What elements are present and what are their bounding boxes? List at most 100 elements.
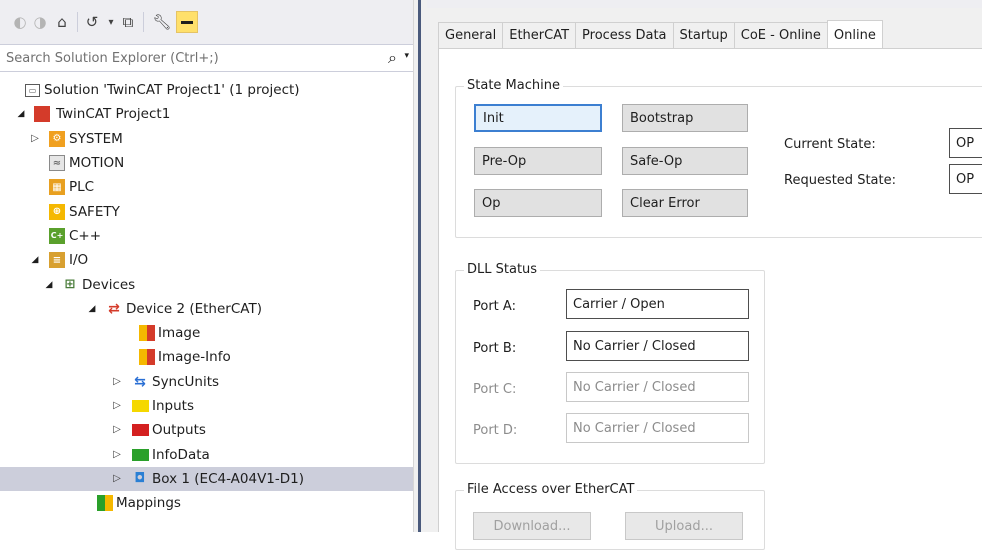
collapsed-arrow-icon[interactable]: ▷ — [30, 133, 40, 145]
op-button[interactable]: Op — [474, 189, 602, 217]
upload-button[interactable]: Upload... — [625, 512, 743, 540]
tree-item-infodata[interactable]: ▷ InfoData — [0, 442, 413, 466]
tree-item-label: Inputs — [152, 398, 194, 414]
group-title: DLL Status — [464, 262, 541, 277]
tree-item-image[interactable]: Image — [0, 321, 413, 345]
dll-status-group: DLL Status Port A: Carrier / Open Port B… — [455, 262, 765, 464]
tree-item-label: SyncUnits — [152, 373, 220, 390]
tab-coe-online[interactable]: CoE - Online — [733, 22, 827, 49]
tree-item-label: Device 2 (EtherCAT) — [126, 300, 262, 317]
port-c-label: Port C: — [473, 382, 517, 397]
current-state-label: Current State: — [784, 137, 876, 152]
tree-item-label: Image — [158, 325, 201, 342]
motion-icon: ≈ — [49, 155, 65, 172]
init-button[interactable]: Init — [474, 104, 602, 132]
tree-item-mappings[interactable]: Mappings — [0, 491, 413, 515]
search-icon[interactable]: ⌕ — [388, 48, 397, 68]
tree-item-label: MOTION — [69, 155, 125, 172]
tree-item-io[interactable]: ◢ ≡ I/O — [0, 248, 413, 272]
safe-op-button[interactable]: Safe-Op — [622, 147, 748, 175]
tree-item-system[interactable]: ▷ ⚙ SYSTEM — [0, 127, 413, 151]
tree-item-safety[interactable]: ⊕ SAFETY — [0, 199, 413, 223]
pin-icon[interactable] — [176, 11, 198, 33]
expanded-arrow-icon[interactable]: ◢ — [16, 108, 26, 120]
pane-splitter[interactable] — [413, 0, 427, 532]
properties-pane: General EtherCAT Process Data Startup Co… — [427, 0, 982, 550]
home-icon[interactable]: ⌂ — [52, 10, 72, 34]
tab-general[interactable]: General — [438, 22, 503, 49]
port-a-label: Port A: — [473, 299, 516, 314]
cpp-icon: C+ — [49, 227, 65, 244]
tree-item-label: InfoData — [152, 446, 210, 463]
expanded-arrow-icon[interactable]: ◢ — [87, 303, 97, 315]
image-info-icon — [139, 349, 155, 366]
inputs-icon — [132, 400, 149, 412]
tree-item-twincat-project[interactable]: ◢ TwinCAT Project1 — [0, 102, 413, 126]
tree-item-device2-ethercat[interactable]: ◢ ⇄ Device 2 (EtherCAT) — [0, 297, 413, 321]
forward-icon[interactable]: ◑ — [30, 10, 50, 34]
tree-item-label: Mappings — [116, 495, 181, 512]
search-input[interactable] — [0, 46, 360, 70]
port-b-label: Port B: — [473, 341, 517, 356]
tree-item-label: SYSTEM — [69, 130, 123, 147]
collapsed-arrow-icon[interactable]: ▷ — [112, 449, 122, 461]
bootstrap-button[interactable]: Bootstrap — [622, 104, 748, 132]
port-d-field: No Carrier / Closed — [566, 413, 749, 443]
tree-item-label: PLC — [69, 179, 95, 196]
tab-process-data[interactable]: Process Data — [575, 22, 673, 49]
image-icon — [139, 325, 155, 342]
expanded-arrow-icon[interactable]: ◢ — [30, 254, 40, 266]
group-title: File Access over EtherCAT — [464, 482, 638, 497]
collapse-all-icon[interactable]: ⧉ — [118, 10, 138, 34]
collapsed-arrow-icon[interactable]: ▷ — [112, 473, 122, 485]
tree-item-label: Solution 'TwinCAT Project1' (1 project) — [44, 82, 300, 99]
twincat-project-icon — [34, 106, 50, 123]
tree-item-solution[interactable]: ▭ Solution 'TwinCAT Project1' (1 project… — [0, 78, 413, 102]
collapsed-arrow-icon[interactable]: ▷ — [112, 400, 122, 412]
tree-item-plc[interactable]: ▦ PLC — [0, 175, 413, 199]
explorer-toolbar: ◐ ◑ ⌂ ↺ ▾ ⧉ 🔧︎ — [0, 0, 413, 44]
pre-op-button[interactable]: Pre-Op — [474, 147, 602, 175]
collapsed-arrow-icon[interactable]: ▷ — [112, 376, 122, 388]
devices-icon: ⊞ — [64, 277, 76, 293]
tree-item-box1[interactable]: ▷ ◘ Box 1 (EC4-A04V1-D1) — [0, 466, 413, 492]
safety-icon: ⊕ — [49, 203, 65, 220]
tree-item-label: SAFETY — [69, 203, 120, 220]
solution-explorer: ◐ ◑ ⌂ ↺ ▾ ⧉ 🔧︎ ⌕ ▾ ▭ Solution 'TwinCAT P… — [0, 0, 413, 532]
port-d-label: Port D: — [473, 423, 518, 438]
port-a-field: Carrier / Open — [566, 289, 749, 319]
tree-item-label: Outputs — [152, 422, 206, 439]
back-icon[interactable]: ◐ — [10, 10, 30, 34]
online-tab-panel: State Machine Init Bootstrap Pre-Op Safe… — [438, 48, 982, 550]
requested-state-field: OP — [949, 164, 982, 194]
tab-online[interactable]: Online — [826, 20, 883, 50]
tab-ethercat[interactable]: EtherCAT — [502, 22, 576, 49]
collapsed-arrow-icon[interactable]: ▷ — [112, 424, 122, 436]
tree-item-motion[interactable]: ≈ MOTION — [0, 151, 413, 175]
expanded-arrow-icon[interactable]: ◢ — [44, 279, 54, 291]
tree-item-image-info[interactable]: Image-Info — [0, 345, 413, 369]
tab-startup[interactable]: Startup — [672, 22, 734, 49]
tree-item-syncunits[interactable]: ▷ ⇆ SyncUnits — [0, 370, 413, 394]
infodata-icon — [132, 448, 149, 461]
properties-icon[interactable]: 🔧︎ — [152, 10, 172, 34]
tree-item-label: Devices — [82, 276, 136, 293]
tree-item-devices[interactable]: ◢ ⊞ Devices — [0, 272, 413, 296]
history-icon[interactable]: ↺ — [82, 10, 102, 34]
plc-icon: ▦ — [49, 179, 65, 196]
port-b-field: No Carrier / Closed — [566, 331, 749, 361]
download-button[interactable]: Download... — [473, 512, 591, 540]
file-access-group: File Access over EtherCAT Download... Up… — [455, 482, 765, 550]
current-state-field: OP — [949, 128, 982, 158]
tree-item-outputs[interactable]: ▷ Outputs — [0, 418, 413, 442]
tree-item-inputs[interactable]: ▷ Inputs — [0, 394, 413, 418]
tree-item-label: I/O — [69, 252, 89, 269]
search-box: ⌕ ▾ — [0, 44, 413, 72]
ethercat-device-icon: ⇄ — [108, 300, 120, 317]
solution-icon: ▭ — [25, 83, 40, 97]
tree-item-label: Image-Info — [158, 349, 231, 366]
search-options-icon[interactable]: ▾ — [404, 51, 409, 61]
tree-item-label: TwinCAT Project1 — [56, 106, 171, 123]
clear-error-button[interactable]: Clear Error — [622, 189, 748, 217]
tree-item-cpp[interactable]: C+ C++ — [0, 224, 413, 248]
